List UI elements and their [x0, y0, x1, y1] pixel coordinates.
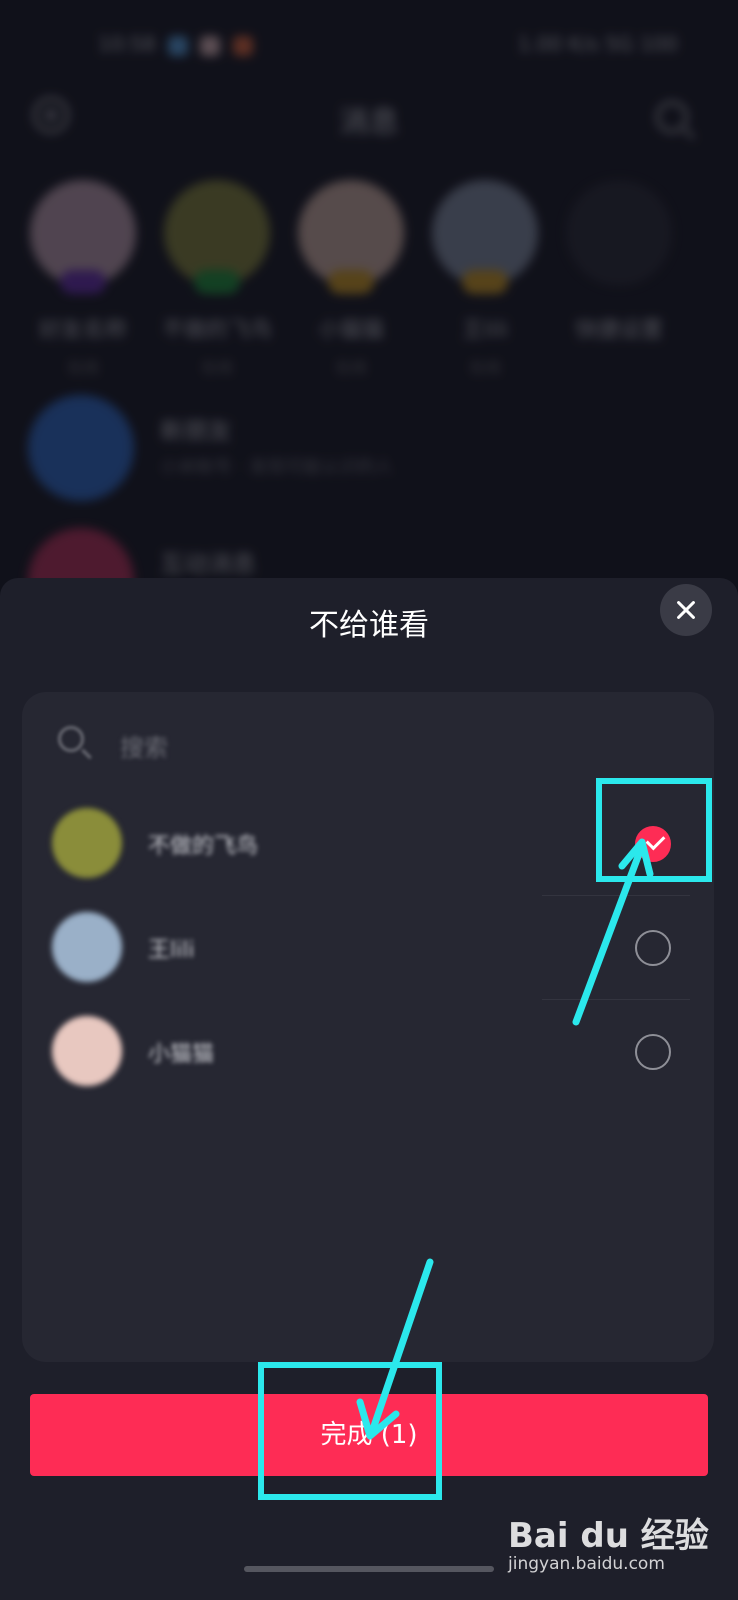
arrow-line [572, 842, 646, 1026]
baidu-watermark: Bai du 经验 jingyan.baidu.com [508, 1500, 709, 1580]
arrow-line [368, 1258, 434, 1436]
annotation-arrows [356, 838, 654, 1440]
watermark-logo: Bai du 经验 [508, 1516, 709, 1556]
watermark-url: jingyan.baidu.com [508, 1554, 665, 1574]
